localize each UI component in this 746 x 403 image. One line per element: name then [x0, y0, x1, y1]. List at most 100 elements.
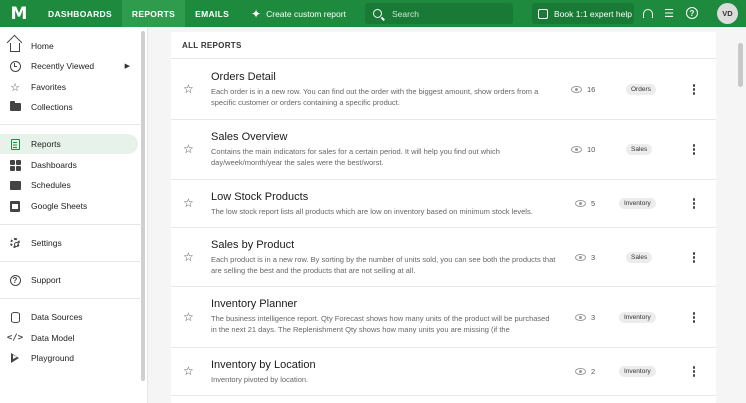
report-icon	[9, 138, 21, 150]
view-count: 2	[575, 367, 595, 376]
sidebar-item-settings[interactable]: Settings	[0, 233, 138, 253]
sidebar-item-label: Recently Viewed	[31, 61, 95, 71]
checklist-icon[interactable]: ☰	[662, 6, 676, 20]
view-count: 10	[571, 145, 595, 154]
report-description: The low stock report lists all products …	[211, 207, 533, 216]
eye-icon	[575, 254, 586, 261]
report-description: The business intelligence report. Qty Fo…	[211, 314, 550, 334]
search-input[interactable]: Search	[365, 3, 513, 24]
sidebar-item-label: Data Sources	[31, 312, 83, 322]
tag-badge[interactable]: Sales	[626, 252, 653, 263]
sidebar-item-dashboards[interactable]: Dashboards	[0, 155, 138, 175]
sidebar-item-label: Favorites	[31, 82, 66, 92]
view-count-value: 10	[587, 145, 596, 154]
sidebar-item-reports[interactable]: Reports	[0, 134, 138, 154]
more-vert-icon[interactable]	[692, 366, 696, 377]
sidebar-item-recently-viewed[interactable]: Recently Viewed ▶	[0, 56, 138, 76]
sidebar-item-label: Reports	[31, 139, 61, 149]
schedule-icon	[9, 179, 21, 191]
view-count: 3	[575, 313, 595, 322]
play-icon	[9, 352, 21, 364]
code-icon: </>	[6, 333, 24, 343]
view-count-value: 3	[591, 313, 596, 322]
report-title[interactable]: Sales Overview	[211, 131, 287, 143]
report-row[interactable]: ☆ Sales by Product Each product is in a …	[171, 228, 716, 287]
view-count: 16	[571, 85, 595, 94]
more-vert-icon[interactable]	[692, 198, 696, 209]
report-row[interactable]: ☆ Low Stock Products The low stock repor…	[171, 180, 716, 228]
view-count-value: 2	[591, 367, 596, 376]
star-icon[interactable]: ☆	[183, 310, 194, 324]
sidebar-item-label: Support	[31, 275, 61, 285]
star-icon[interactable]: ☆	[183, 196, 194, 210]
star-icon[interactable]: ☆	[183, 364, 194, 378]
eye-icon	[571, 86, 582, 93]
sidebar-item-schedules[interactable]: Schedules	[0, 175, 138, 195]
logo-mark: M	[10, 3, 28, 24]
report-title[interactable]: Sales by Product	[211, 239, 294, 251]
sidebar-item-data-sources[interactable]: Data Sources	[0, 307, 138, 327]
calendar-icon	[538, 8, 548, 19]
sidebar: Home Recently Viewed ▶ ☆ Favorites Colle…	[0, 27, 148, 403]
star-icon[interactable]: ☆	[183, 142, 194, 156]
dashboard-icon	[9, 159, 21, 171]
report-title[interactable]: Inventory by Location	[211, 359, 316, 371]
report-title[interactable]: Low Stock Products	[211, 191, 308, 203]
report-row[interactable]: ☆ Inventory Planner The business intelli…	[171, 287, 716, 348]
report-row[interactable]: ☆ Sales Overview Contains the main indic…	[171, 120, 716, 180]
sidebar-item-label: Schedules	[31, 180, 71, 190]
logo[interactable]: M	[0, 0, 38, 27]
more-vert-icon[interactable]	[692, 252, 696, 263]
star-icon[interactable]: ☆	[183, 82, 194, 96]
report-description: Each product is in a new row. By sorting…	[211, 255, 556, 275]
sidebar-scrollbar[interactable]	[141, 31, 145, 381]
sidebar-item-data-model[interactable]: </> Data Model	[0, 328, 138, 348]
tag-badge[interactable]: Inventory	[619, 312, 656, 323]
more-vert-icon[interactable]	[692, 312, 696, 323]
folder-icon	[9, 101, 21, 113]
sidebar-item-favorites[interactable]: ☆ Favorites	[0, 77, 138, 97]
help-icon[interactable]: ?	[686, 7, 698, 19]
eye-icon	[571, 146, 582, 153]
report-row[interactable]: ☆ Inventory by Location Inventory pivote…	[171, 348, 716, 396]
main-scrollbar[interactable]	[738, 43, 743, 87]
gear-icon	[9, 237, 21, 249]
tag-badge[interactable]: Orders	[626, 84, 656, 95]
search-placeholder: Search	[392, 8, 419, 19]
eye-icon	[575, 314, 586, 321]
create-custom-report-label: Create custom report	[266, 8, 346, 19]
tab-emails[interactable]: EMAILS	[185, 0, 239, 27]
sidebar-item-label: Home	[31, 41, 54, 51]
report-description: Each order is in a new row. You can find…	[211, 87, 539, 107]
book-expert-help-button[interactable]: Book 1:1 expert help	[532, 3, 634, 24]
sidebar-item-google-sheets[interactable]: Google Sheets	[0, 196, 138, 216]
sidebar-item-label: Collections	[31, 102, 73, 112]
sidebar-item-home[interactable]: Home	[0, 36, 138, 56]
sidebar-divider	[0, 224, 142, 225]
chevron-right-icon: ▶	[124, 63, 130, 70]
sidebar-item-playground[interactable]: Playground	[0, 348, 138, 368]
report-row[interactable]: ☆ Orders Detail Each order is in a new r…	[171, 60, 716, 120]
report-title[interactable]: Orders Detail	[211, 71, 276, 83]
tag-badge[interactable]: Inventory	[619, 366, 656, 377]
eye-icon	[575, 200, 586, 207]
report-description: Inventory pivoted by location.	[211, 375, 309, 384]
tag-badge[interactable]: Inventory	[619, 198, 656, 209]
star-icon[interactable]: ☆	[183, 250, 194, 264]
sidebar-item-collections[interactable]: Collections	[0, 97, 138, 117]
database-icon	[9, 311, 21, 323]
tab-reports[interactable]: REPORTS	[121, 0, 186, 27]
support-icon: ?	[9, 274, 21, 286]
create-custom-report-button[interactable]: ✦ Create custom report	[251, 7, 346, 21]
sidebar-item-support[interactable]: ? Support	[0, 270, 138, 290]
more-vert-icon[interactable]	[692, 84, 696, 95]
sidebar-divider	[0, 298, 142, 299]
bell-icon[interactable]	[641, 6, 655, 20]
tag-badge[interactable]: Sales	[626, 144, 653, 155]
report-description: Contains the main indicators for sales f…	[211, 147, 500, 167]
more-vert-icon[interactable]	[692, 144, 696, 155]
tab-dashboards[interactable]: DASHBOARDS	[38, 0, 122, 27]
sidebar-item-label: Dashboards	[31, 160, 77, 170]
avatar[interactable]: VD	[717, 3, 738, 24]
report-title[interactable]: Inventory Planner	[211, 298, 297, 310]
